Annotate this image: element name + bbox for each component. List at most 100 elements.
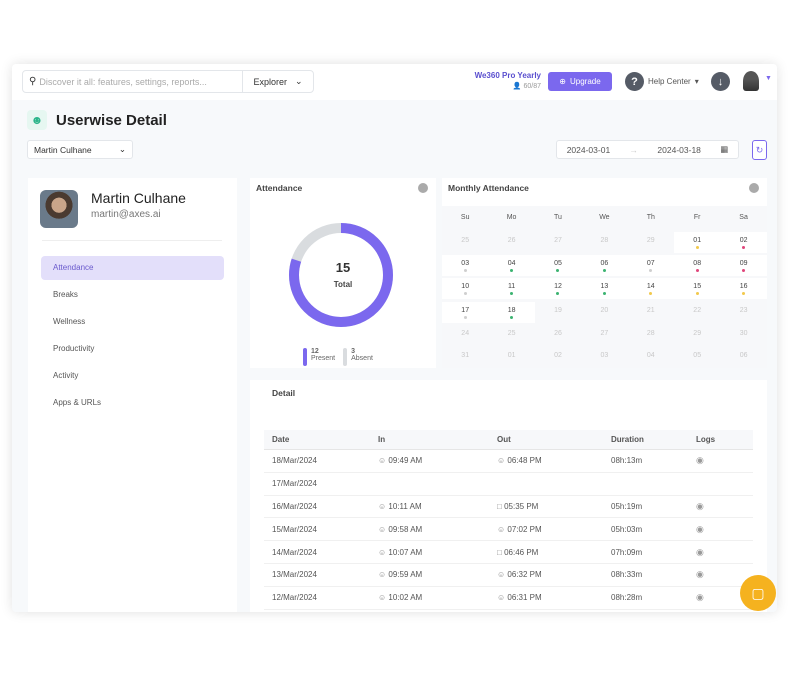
calendar-day[interactable]: 03 [442, 255, 489, 276]
date-range-picker[interactable]: 2024-03-01 → 2024-03-18 ▦ [556, 140, 739, 159]
profile-email: martin@axes.ai [91, 209, 161, 220]
out-cell: ☺ 06:32 PM [497, 570, 611, 579]
calendar-day[interactable]: 09 [720, 255, 767, 276]
calendar-day[interactable]: 07 [627, 255, 674, 276]
day-number: 05 [693, 352, 702, 359]
calendar-day[interactable]: 06 [720, 352, 766, 373]
table-row: 14/Mar/2024 ☺ 10:07 AM □ 06:46 PM 07h:09… [264, 541, 753, 564]
sidebar-item-attendance[interactable]: Attendance [41, 256, 224, 280]
calendar-day[interactable]: 04 [628, 352, 674, 373]
sidebar-item-wellness[interactable]: Wellness [41, 310, 224, 334]
upgrade-button[interactable]: ⊕ Upgrade [548, 72, 612, 91]
calendar-day[interactable]: 17 [442, 302, 489, 323]
eye-icon[interactable]: ◉ [696, 501, 704, 511]
day-number: 30 [739, 330, 748, 337]
eye-icon[interactable]: ◉ [696, 547, 704, 557]
refresh-button[interactable]: ↻ [752, 140, 767, 160]
calendar-day[interactable]: 02 [535, 352, 581, 373]
calendar-day[interactable]: 14 [627, 278, 674, 299]
user-icon: ☺ [378, 524, 387, 534]
info-icon[interactable] [749, 183, 759, 193]
calendar-day[interactable]: 05 [674, 352, 720, 373]
calendar-day[interactable]: 19 [535, 307, 581, 328]
sidebar-item-breaks[interactable]: Breaks [41, 283, 224, 307]
calendar-day[interactable]: 11 [488, 278, 535, 299]
calendar-day[interactable]: 21 [628, 307, 674, 328]
day-number: 24 [461, 330, 470, 337]
status-dot [463, 292, 467, 295]
user-select[interactable]: Martin Culhane ⌄ [27, 140, 133, 159]
calendar-day[interactable]: 20 [581, 307, 627, 328]
sidebar-item-activity[interactable]: Activity [41, 364, 224, 388]
calendar-day[interactable]: 30 [720, 330, 766, 351]
page-title: Userwise Detail [56, 111, 167, 129]
day-number: 23 [739, 307, 748, 314]
calendar-day[interactable]: 02 [720, 232, 767, 253]
out-time: 05:35 PM [504, 501, 539, 511]
calendar-day[interactable]: 23 [720, 307, 766, 328]
day-number: 03 [600, 352, 609, 359]
table-row: 15/Mar/2024 ☺ 09:58 AM ☺ 07:02 PM 05h:03… [264, 518, 753, 542]
user-icon: ☺ [378, 501, 387, 511]
calendar-day[interactable]: 22 [674, 307, 720, 328]
day-number: 04 [646, 352, 655, 359]
date-to[interactable]: 2024-03-18 [657, 145, 700, 155]
table-row: 12/Mar/2024 ☺ 10:02 AM ☺ 06:31 PM 08h:28… [264, 587, 753, 610]
calendar-day[interactable]: 05 [534, 255, 582, 276]
in-cell: ☺ 10:11 AM [378, 502, 497, 511]
search-icon: ⚲ [29, 76, 37, 87]
date-cell: 17/Mar/2024 [272, 479, 317, 489]
calendar-day[interactable]: 04 [488, 255, 535, 276]
status-dot [556, 292, 560, 295]
calendar-day[interactable]: 03 [581, 352, 627, 373]
calendar-day[interactable]: 12 [534, 278, 582, 299]
day-number: 11 [507, 283, 516, 290]
eye-icon[interactable]: ◉ [696, 569, 704, 579]
calendar-day[interactable]: 01 [674, 232, 721, 253]
eye-icon[interactable]: ◉ [696, 592, 704, 602]
out-time: 06:48 PM [507, 456, 542, 466]
sidebar-item-productivity[interactable]: Productivity [41, 337, 224, 361]
app-window: ⚲ Discover it all: features, settings, r… [12, 64, 777, 612]
calendar-day[interactable]: 26 [535, 330, 581, 351]
chat-button[interactable]: ▢ [740, 575, 776, 611]
calendar-day[interactable]: 10 [442, 278, 489, 299]
day-number: 22 [693, 307, 702, 314]
avatar[interactable] [743, 71, 759, 91]
caret-down-icon[interactable]: ▼ [765, 75, 772, 82]
search-input[interactable]: Discover it all: features, settings, rep… [39, 77, 242, 87]
calendar-day[interactable]: 13 [581, 278, 628, 299]
logs-cell: ◉ [696, 501, 753, 512]
calendar-day[interactable]: 18 [488, 302, 535, 323]
calendar-day[interactable]: 15 [674, 278, 721, 299]
calendar-day[interactable]: 27 [581, 330, 627, 351]
calendar-day[interactable]: 24 [442, 330, 488, 351]
calendar-day[interactable]: 06 [581, 255, 628, 276]
duration-cell: 05h:19m [611, 501, 643, 511]
in-cell: ☺ 10:02 AM [378, 593, 497, 602]
help-label: Help Center [648, 77, 691, 86]
calendar-day[interactable]: 31 [442, 352, 488, 373]
eye-icon[interactable]: ◉ [696, 524, 704, 534]
weekday-label: Mo [506, 214, 517, 221]
in-time: 10:11 AM [388, 501, 422, 511]
out-cell: ☺ 07:02 PM [497, 525, 611, 534]
calendar-day[interactable]: 01 [488, 352, 534, 373]
attendance-card: Attendance 15 Total 12 Present 3 Absent [250, 178, 436, 368]
weekday-label: Su [460, 214, 470, 221]
date-from[interactable]: 2024-03-01 [567, 145, 610, 155]
sidebar-item-apps-urls[interactable]: Apps & URLs [41, 391, 224, 415]
calendar-day[interactable]: 08 [674, 255, 721, 276]
date-cell: 16/Mar/2024 [272, 501, 317, 511]
day-number: 01 [507, 352, 516, 359]
calendar-day[interactable]: 16 [720, 278, 767, 299]
search-bar[interactable]: ⚲ Discover it all: features, settings, r… [22, 70, 314, 93]
status-dot [510, 316, 514, 319]
download-icon[interactable]: ↓ [711, 72, 730, 91]
calendar-day[interactable]: 28 [628, 330, 674, 351]
explorer-dropdown[interactable]: Explorer ⌄ [242, 71, 313, 92]
calendar-day[interactable]: 25 [488, 330, 534, 351]
help-center-menu[interactable]: ? Help Center ▾ [625, 72, 699, 91]
eye-icon[interactable]: ◉ [696, 455, 704, 465]
calendar-day[interactable]: 29 [674, 330, 720, 351]
